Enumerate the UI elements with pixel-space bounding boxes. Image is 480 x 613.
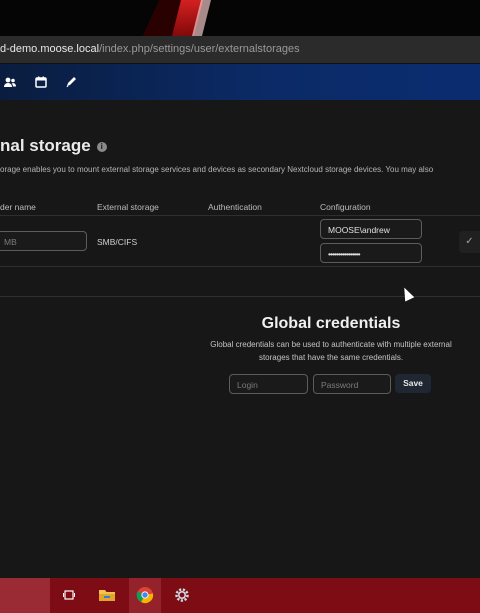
column-external-storage: External storage xyxy=(97,202,159,212)
login-input[interactable]: Login xyxy=(229,374,308,394)
username-field[interactable]: MOOSE\andrew xyxy=(320,219,422,239)
desktop-wallpaper xyxy=(0,0,480,36)
settings-icon[interactable] xyxy=(172,585,192,605)
table-header-divider xyxy=(0,215,480,216)
password-field[interactable]: •••••••••••••••• xyxy=(320,243,422,263)
storage-type-value: SMB/CIFS xyxy=(97,237,138,247)
task-view-icon[interactable] xyxy=(59,585,79,605)
screen: d-demo.moose.local/index.php/settings/us… xyxy=(0,0,480,613)
taskbar xyxy=(0,578,480,613)
column-folder-name: der name xyxy=(0,202,36,212)
save-row-button[interactable]: ✓ xyxy=(459,231,480,253)
chrome-icon[interactable] xyxy=(135,585,155,605)
page-description: orage enables you to mount external stor… xyxy=(0,165,434,174)
table-row-divider xyxy=(0,266,480,267)
column-configuration: Configuration xyxy=(320,202,371,212)
column-authentication: Authentication xyxy=(208,202,262,212)
notes-icon[interactable] xyxy=(64,75,78,89)
global-credentials-title: Global credentials xyxy=(261,315,401,332)
info-icon[interactable]: i xyxy=(96,141,107,152)
password-input[interactable]: Password xyxy=(313,374,391,394)
nextcloud-header xyxy=(0,64,480,100)
folder-name-input[interactable]: MB xyxy=(0,231,87,251)
page-title: nal storage i xyxy=(0,136,107,156)
url-path: /index.php/settings/user/externalstorage… xyxy=(99,43,300,55)
taskbar-search[interactable] xyxy=(0,578,50,613)
url-host: d-demo.moose.local xyxy=(0,43,100,55)
checkmark-icon: ✓ xyxy=(465,236,474,247)
calendar-icon[interactable] xyxy=(34,75,48,89)
global-credentials-description: Global credentials can be used to authen… xyxy=(210,340,452,362)
contacts-icon[interactable] xyxy=(3,75,17,89)
address-bar[interactable]: d-demo.moose.local/index.php/settings/us… xyxy=(0,36,480,64)
file-explorer-icon[interactable] xyxy=(97,585,117,605)
url-text[interactable]: d-demo.moose.local/index.php/settings/us… xyxy=(0,43,300,55)
mouse-cursor xyxy=(399,285,415,302)
settings-content: nal storage i orage enables you to mount … xyxy=(0,100,480,578)
save-button[interactable]: Save xyxy=(395,374,431,393)
